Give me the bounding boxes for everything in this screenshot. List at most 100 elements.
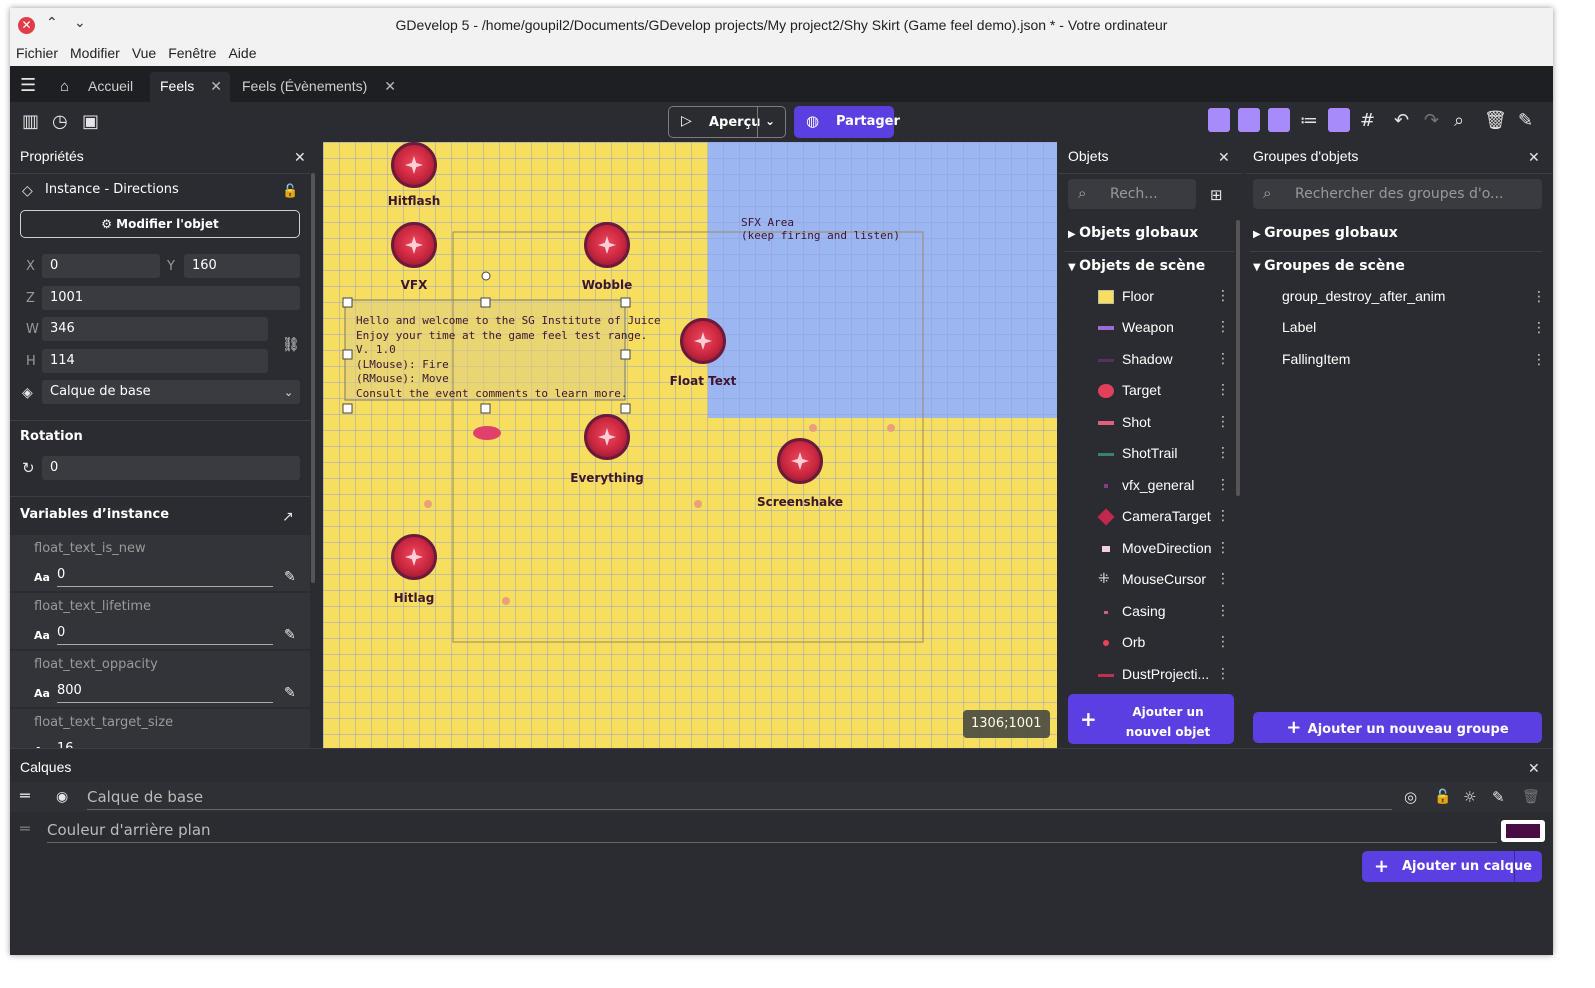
pencil-icon[interactable]: ✎ <box>284 683 296 703</box>
more-icon[interactable]: ⋮ <box>1216 445 1230 461</box>
resize-handle[interactable] <box>620 297 631 308</box>
more-icon[interactable]: ⋮ <box>1216 540 1230 556</box>
scene-groups-folder[interactable]: ▼ Groupes de scène <box>1253 258 1405 274</box>
open-external-icon[interactable]: ↗ <box>282 507 294 527</box>
resize-handle[interactable] <box>342 403 353 414</box>
add-object-button[interactable]: + Ajouter un nouvel objet <box>1068 694 1234 744</box>
pencil-icon[interactable]: ✎ <box>284 625 296 645</box>
eye-icon[interactable]: ◎ <box>1404 787 1417 807</box>
layer-select[interactable]: Calque de base <box>42 380 300 404</box>
resize-handle[interactable] <box>342 297 353 308</box>
layer-row[interactable]: ═ ◉ Calque de base ◎ 🔓 ☼ ✎ 🗑 <box>10 782 1553 812</box>
welcome-text[interactable]: Hello and welcome to the SG Institute of… <box>356 314 661 401</box>
tab-accueil[interactable]: ⌂ Accueil <box>52 72 146 102</box>
more-icon[interactable]: ⋮ <box>1216 382 1230 398</box>
more-icon[interactable]: ⋮ <box>1216 477 1230 493</box>
light-icon[interactable]: ☼ <box>1463 787 1476 807</box>
share-button[interactable]: ◍ Partager <box>794 106 900 138</box>
history-icon[interactable]: ◷ <box>52 112 68 132</box>
player-sprite-icon[interactable] <box>473 426 501 440</box>
hitflash-target[interactable] <box>391 142 437 188</box>
more-icon[interactable]: ⋮ <box>1532 289 1546 305</box>
more-icon[interactable]: ⋮ <box>1216 603 1230 619</box>
objects-scrollbar[interactable] <box>1236 220 1240 496</box>
tab-feels[interactable]: Feels ✕ <box>150 72 230 102</box>
chevron-down-icon[interactable]: ⌄ <box>1522 851 1532 882</box>
menu-vue[interactable]: Vue <box>126 43 162 61</box>
global-objects-folder[interactable]: ▶ Objets globaux <box>1068 225 1198 241</box>
global-groups-folder[interactable]: ▶ Groupes globaux <box>1253 225 1398 241</box>
more-icon[interactable]: ⋮ <box>1532 352 1546 368</box>
more-icon[interactable]: ⋮ <box>1532 320 1546 336</box>
menu-aide[interactable]: Aide <box>222 43 262 61</box>
width-field[interactable]: 346 <box>42 317 268 341</box>
resize-handle[interactable] <box>480 297 491 308</box>
more-icon[interactable]: ⋮ <box>1216 571 1230 587</box>
add-layer-button[interactable]: + Ajouter un calque ⌄ <box>1362 851 1542 882</box>
background-color-swatch[interactable] <box>1501 820 1545 842</box>
close-panel-icon[interactable]: ✕ <box>1528 759 1540 779</box>
objects-panel-toggle-icon[interactable] <box>1208 108 1230 132</box>
objects-search-input[interactable]: ⌕ Rech... <box>1068 179 1196 209</box>
pencil-icon[interactable]: ✎ <box>1492 787 1505 807</box>
scene-objects-folder[interactable]: ▼ Objets de scène <box>1068 258 1205 274</box>
properties-scrollbar[interactable] <box>311 173 315 583</box>
pencil-icon[interactable]: ✎ <box>284 567 296 587</box>
trash-icon[interactable]: 🗑 <box>1522 787 1540 807</box>
properties-panel-toggle-icon[interactable] <box>1268 108 1290 132</box>
x-field[interactable]: 0 <box>42 254 160 278</box>
groups-panel-toggle-icon[interactable] <box>1238 108 1260 132</box>
menu-fenetre[interactable]: Fenêtre <box>162 43 222 61</box>
vfx-target[interactable] <box>391 222 437 268</box>
group-item[interactable]: group_destroy_after_anim <box>1282 288 1445 304</box>
variable-value-field[interactable]: 0 <box>57 625 273 645</box>
resize-handle[interactable] <box>620 403 631 414</box>
preview-button[interactable]: ▷ Aperçu ⌄ <box>668 106 786 138</box>
float-text-target[interactable] <box>680 318 726 364</box>
screenshake-target[interactable] <box>777 438 823 484</box>
lock-icon[interactable]: 🔓 <box>1434 787 1451 807</box>
more-icon[interactable]: ⋮ <box>1216 666 1230 682</box>
hamburger-menu-icon[interactable]: ☰ <box>20 76 36 96</box>
more-icon[interactable]: ⋮ <box>1216 288 1230 304</box>
link-ratio-icon[interactable]: ⛓ <box>282 335 300 355</box>
instances-list-icon[interactable]: ≔ <box>1300 111 1318 131</box>
variable-value-field[interactable]: 0 <box>57 567 273 587</box>
zoom-icon[interactable]: ⌕ <box>1454 111 1464 131</box>
more-icon[interactable]: ⋮ <box>1216 508 1230 524</box>
lock-icon[interactable]: 🔓 <box>282 182 298 202</box>
close-panel-icon[interactable]: ✕ <box>1528 148 1540 168</box>
y-field[interactable]: 160 <box>184 254 300 278</box>
wobble-target[interactable] <box>584 222 630 268</box>
group-item[interactable]: FallingItem <box>1282 351 1350 367</box>
hitlag-target[interactable] <box>391 534 437 580</box>
save-icon[interactable]: ▣ <box>82 112 99 132</box>
resize-handle[interactable] <box>342 349 353 360</box>
groups-search-input[interactable]: ⌕ Rechercher des groupes d'o... <box>1253 179 1542 209</box>
menu-modifier[interactable]: Modifier <box>64 43 126 61</box>
close-panel-icon[interactable]: ✕ <box>294 148 306 168</box>
more-icon[interactable]: ⋮ <box>1216 414 1230 430</box>
tab-feels-events[interactable]: Feels (Évènements) ✕ <box>234 72 404 102</box>
height-field[interactable]: 114 <box>42 349 268 373</box>
trash-icon[interactable]: 🗑 <box>1484 111 1507 131</box>
close-panel-icon[interactable]: ✕ <box>1218 148 1230 168</box>
resize-handle[interactable] <box>480 403 491 414</box>
menu-fichier[interactable]: Fichier <box>10 43 64 61</box>
drag-handle-icon[interactable]: ═ <box>20 786 30 806</box>
layers-panel-toggle-icon[interactable] <box>1328 108 1350 132</box>
z-field[interactable]: 1001 <box>42 286 300 310</box>
edit-object-button[interactable]: ⚙ Modifier l'objet <box>20 210 300 238</box>
everything-target[interactable] <box>584 414 630 460</box>
chevron-down-icon[interactable]: ⌄ <box>765 114 775 128</box>
more-icon[interactable]: ⋮ <box>1216 634 1230 650</box>
add-folder-icon[interactable]: ⊞ <box>1210 185 1223 205</box>
variable-value-field[interactable]: 800 <box>57 683 273 703</box>
redo-icon[interactable]: ↷ <box>1424 111 1439 131</box>
group-item[interactable]: Label <box>1282 319 1316 335</box>
rotation-field[interactable]: 0 <box>42 456 300 480</box>
more-icon[interactable]: ⋮ <box>1216 319 1230 335</box>
scene-canvas[interactable]: SFX Area (keep firing and listen) Hitfla… <box>323 142 1057 748</box>
variable-value-field[interactable]: 16 <box>57 741 273 748</box>
add-group-button[interactable]: + Ajouter un nouveau groupe <box>1253 712 1542 743</box>
